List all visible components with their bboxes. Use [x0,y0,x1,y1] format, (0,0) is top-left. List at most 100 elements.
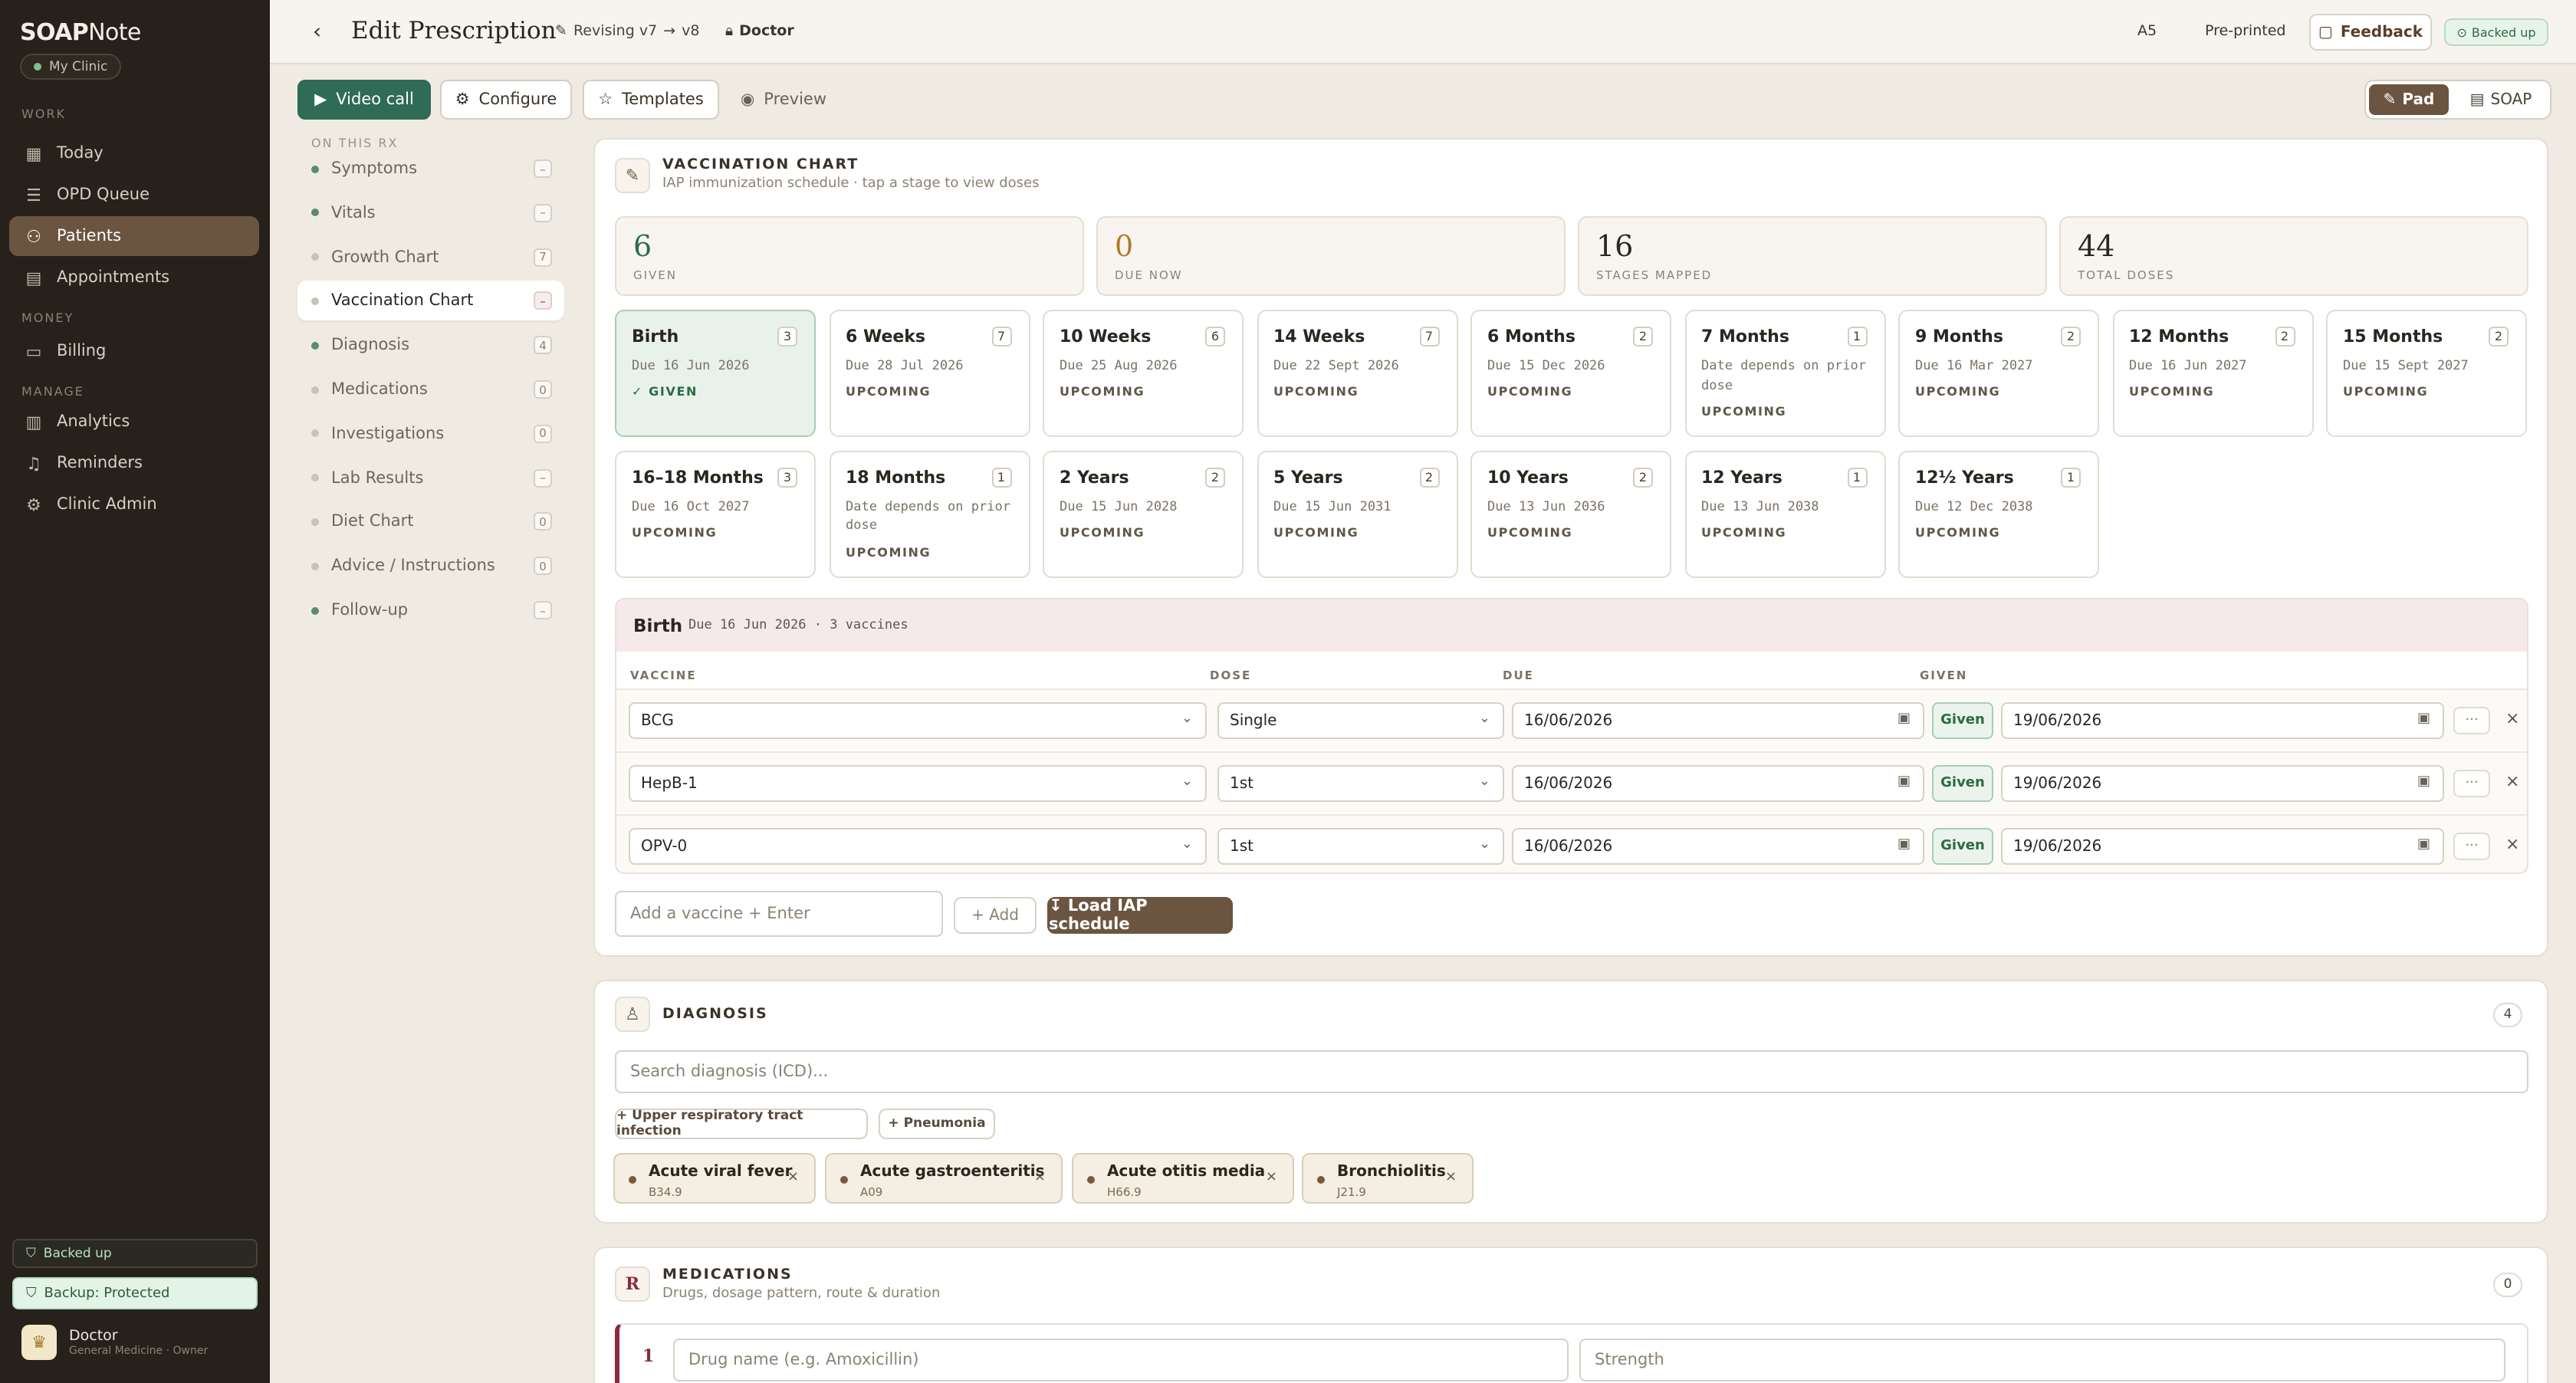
remove-diagnosis-icon[interactable]: × [1266,1170,1277,1185]
nav-item-analytics[interactable]: ▥ Analytics [9,402,259,442]
user-profile[interactable]: ♛ Doctor General Medicine · Owner [21,1325,208,1360]
diagnosis-chip[interactable]: Acute viral fever B34.9 × [613,1153,816,1204]
dose-select[interactable]: 1st ⌄ [1217,828,1504,865]
nav-item-opd-queue[interactable]: ☰ OPD Queue [9,175,259,215]
syringe-icon: ✎ [615,158,650,193]
rx-nav-item[interactable]: Investigations 0 [297,414,564,454]
stage-card[interactable]: 5 Years 2 Due 15 Jun 2031 UPCOMING [1257,450,1457,577]
more-options-icon[interactable]: ··· [2453,707,2490,734]
more-options-icon[interactable]: ··· [2453,833,2490,860]
diagnosis-chip[interactable]: Acute otitis media H66.9 × [1072,1153,1294,1204]
back-chevron-icon[interactable]: ‹ [313,20,321,44]
feedback-button[interactable]: ▢ Feedback [2309,14,2432,51]
rx-nav-item[interactable]: Diagnosis 4 [297,325,564,365]
more-options-icon[interactable]: ··· [2453,770,2490,797]
rx-nav-item[interactable]: Medications 0 [297,370,564,409]
load-iap-schedule-button[interactable]: ↧ Load IAP schedule [1047,897,1233,934]
given-status-button[interactable]: Given [1932,828,1993,865]
rx-nav-item[interactable]: Vaccination Chart – [297,281,564,321]
stage-card[interactable]: 6 Months 2 Due 15 Dec 2026 UPCOMING [1470,310,1671,437]
preview-button[interactable]: ◉ Preview [733,80,834,120]
rx-nav-item[interactable]: Follow-up – [297,590,564,630]
due-date-input[interactable]: 16/06/2026 ▣ [1512,765,1924,802]
nav-item-billing[interactable]: ▭ Billing [9,331,259,371]
paper-size-toggle[interactable]: A5 [2137,23,2157,40]
section-subtitle: Drugs, dosage pattern, route & duration [662,1286,941,1302]
stage-card[interactable]: 10 Weeks 6 Due 25 Aug 2026 UPCOMING [1043,310,1244,437]
rx-nav-item[interactable]: Diet Chart 0 [297,502,564,542]
remove-diagnosis-icon[interactable]: × [787,1170,799,1185]
nav-item-clinic-admin[interactable]: ⚙ Clinic Admin [9,485,259,524]
video-call-button[interactable]: ▶ Video call [297,80,431,120]
stage-card[interactable]: 9 Months 2 Due 16 Mar 2027 UPCOMING [1898,310,2099,437]
templates-button[interactable]: ☆ Templates [583,80,719,120]
rx-nav-label: Medications [331,380,428,399]
stage-card[interactable]: 10 Years 2 Due 13 Jun 2036 UPCOMING [1470,450,1671,577]
given-status-button[interactable]: Given [1932,702,1993,739]
given-date-input[interactable]: 19/06/2026 ▣ [2001,702,2444,739]
soap-mode-button[interactable]: ▤ SOAP [2455,84,2547,115]
given-status-button[interactable]: Given [1932,765,1993,802]
stage-name: 6 Weeks [846,327,926,347]
rx-nav-item[interactable]: Vitals – [297,193,564,233]
configure-button[interactable]: ⚙ Configure [440,80,572,120]
nav-item-reminders[interactable]: ♫ Reminders [9,443,259,483]
rx-nav-item[interactable]: Advice / Instructions 0 [297,546,564,586]
rx-nav-item[interactable]: Lab Results – [297,458,564,498]
stage-card[interactable]: 16–18 Months 3 Due 16 Oct 2027 UPCOMING [615,450,816,577]
stage-card[interactable]: 12 Years 1 Due 13 Jun 2038 UPCOMING [1684,450,1885,577]
due-date-input[interactable]: 16/06/2026 ▣ [1512,828,1924,865]
stage-card[interactable]: 12 Months 2 Due 16 Jun 2027 UPCOMING [2112,310,2313,437]
diagnosis-chip[interactable]: Acute gastroenteritis A09 × [825,1153,1063,1204]
clinic-switcher[interactable]: My Clinic [20,54,122,80]
col-dose: DOSE [1210,669,1252,682]
dose-select[interactable]: 1st ⌄ [1217,765,1504,802]
backup-protected-button[interactable]: ⛉ Backup: Protected [12,1277,258,1309]
nav-item-today[interactable]: ▦ Today [9,133,259,173]
vaccine-select[interactable]: HepB-1 ⌄ [629,765,1207,802]
rx-nav-item[interactable]: Growth Chart 7 [297,237,564,277]
stage-card[interactable]: 15 Months 2 Due 15 Sept 2027 UPCOMING [2326,310,2527,437]
rx-nav-item[interactable]: Symptoms – [297,149,564,189]
add-vaccine-button[interactable]: + Add [954,897,1037,934]
status-dot [311,209,319,217]
list-icon: ☰ [26,185,41,205]
diagnosis-search-placeholder: Search diagnosis (ICD)... [630,1063,829,1081]
diagnosis-chip[interactable]: Bronchiolitis J21.9 × [1302,1153,1474,1204]
stage-card[interactable]: 7 Months 1 Date depends on prior dose UPCOM… [1684,310,1885,437]
stage-name: 12 Years [1701,467,1783,487]
drug-name-input[interactable]: Drug name (e.g. Amoxicillin) [673,1339,1569,1381]
stage-card[interactable]: 12½ Years 1 Due 12 Dec 2038 UPCOMING [1898,450,2099,577]
remove-diagnosis-icon[interactable]: × [1034,1170,1046,1185]
remove-row-icon[interactable]: × [2505,834,2519,854]
due-date-input[interactable]: 16/06/2026 ▣ [1512,702,1924,739]
dose-select[interactable]: Single ⌄ [1217,702,1504,739]
stage-card[interactable]: 14 Weeks 7 Due 22 Sept 2026 UPCOMING [1257,310,1457,437]
stage-card[interactable]: 6 Weeks 7 Due 28 Jul 2026 UPCOMING [829,310,1030,437]
stage-count: 2 [1633,327,1653,347]
nav-item-patients[interactable]: ⚇ Patients [9,216,259,256]
backup-status-label: Backed up [43,1246,112,1261]
diagnosis-search-input[interactable]: Search diagnosis (ICD)... [615,1050,2528,1093]
stage-card[interactable]: Birth 3 Due 16 Jun 2026 ✓ GIVEN [615,310,816,437]
stage-card[interactable]: 2 Years 2 Due 15 Jun 2028 UPCOMING [1043,450,1244,577]
remove-row-icon[interactable]: × [2505,771,2519,791]
strength-input[interactable]: Strength [1579,1339,2505,1381]
calendar-icon: ▤ [25,268,42,287]
given-date-input[interactable]: 19/06/2026 ▣ [2001,765,2444,802]
vaccine-select[interactable]: OPV-0 ⌄ [629,828,1207,865]
brand-logo[interactable]: SOAPNote [20,18,141,46]
stage-card[interactable]: 18 Months 1 Date depends on prior dose UPCO… [829,450,1030,577]
remove-diagnosis-icon[interactable]: × [1445,1170,1457,1185]
pad-mode-button[interactable]: ✎ Pad [2369,84,2449,115]
preprinted-toggle[interactable]: Pre-printed [2205,23,2285,40]
remove-row-icon[interactable]: × [2505,708,2519,728]
nav-item-appointments[interactable]: ▤ Appointments [9,258,259,297]
vaccine-select[interactable]: BCG ⌄ [629,702,1207,739]
rx-nav-count: 0 [534,557,552,576]
add-vaccine-input[interactable]: Add a vaccine + Enter [615,891,943,937]
suggestion-pneumonia[interactable]: + Pneumonia [879,1109,995,1139]
suggestion-urti[interactable]: + Upper respiratory tract infection [615,1109,868,1139]
given-date-input[interactable]: 19/06/2026 ▣ [2001,828,2444,865]
calendar-icon: ▣ [2417,837,2430,852]
